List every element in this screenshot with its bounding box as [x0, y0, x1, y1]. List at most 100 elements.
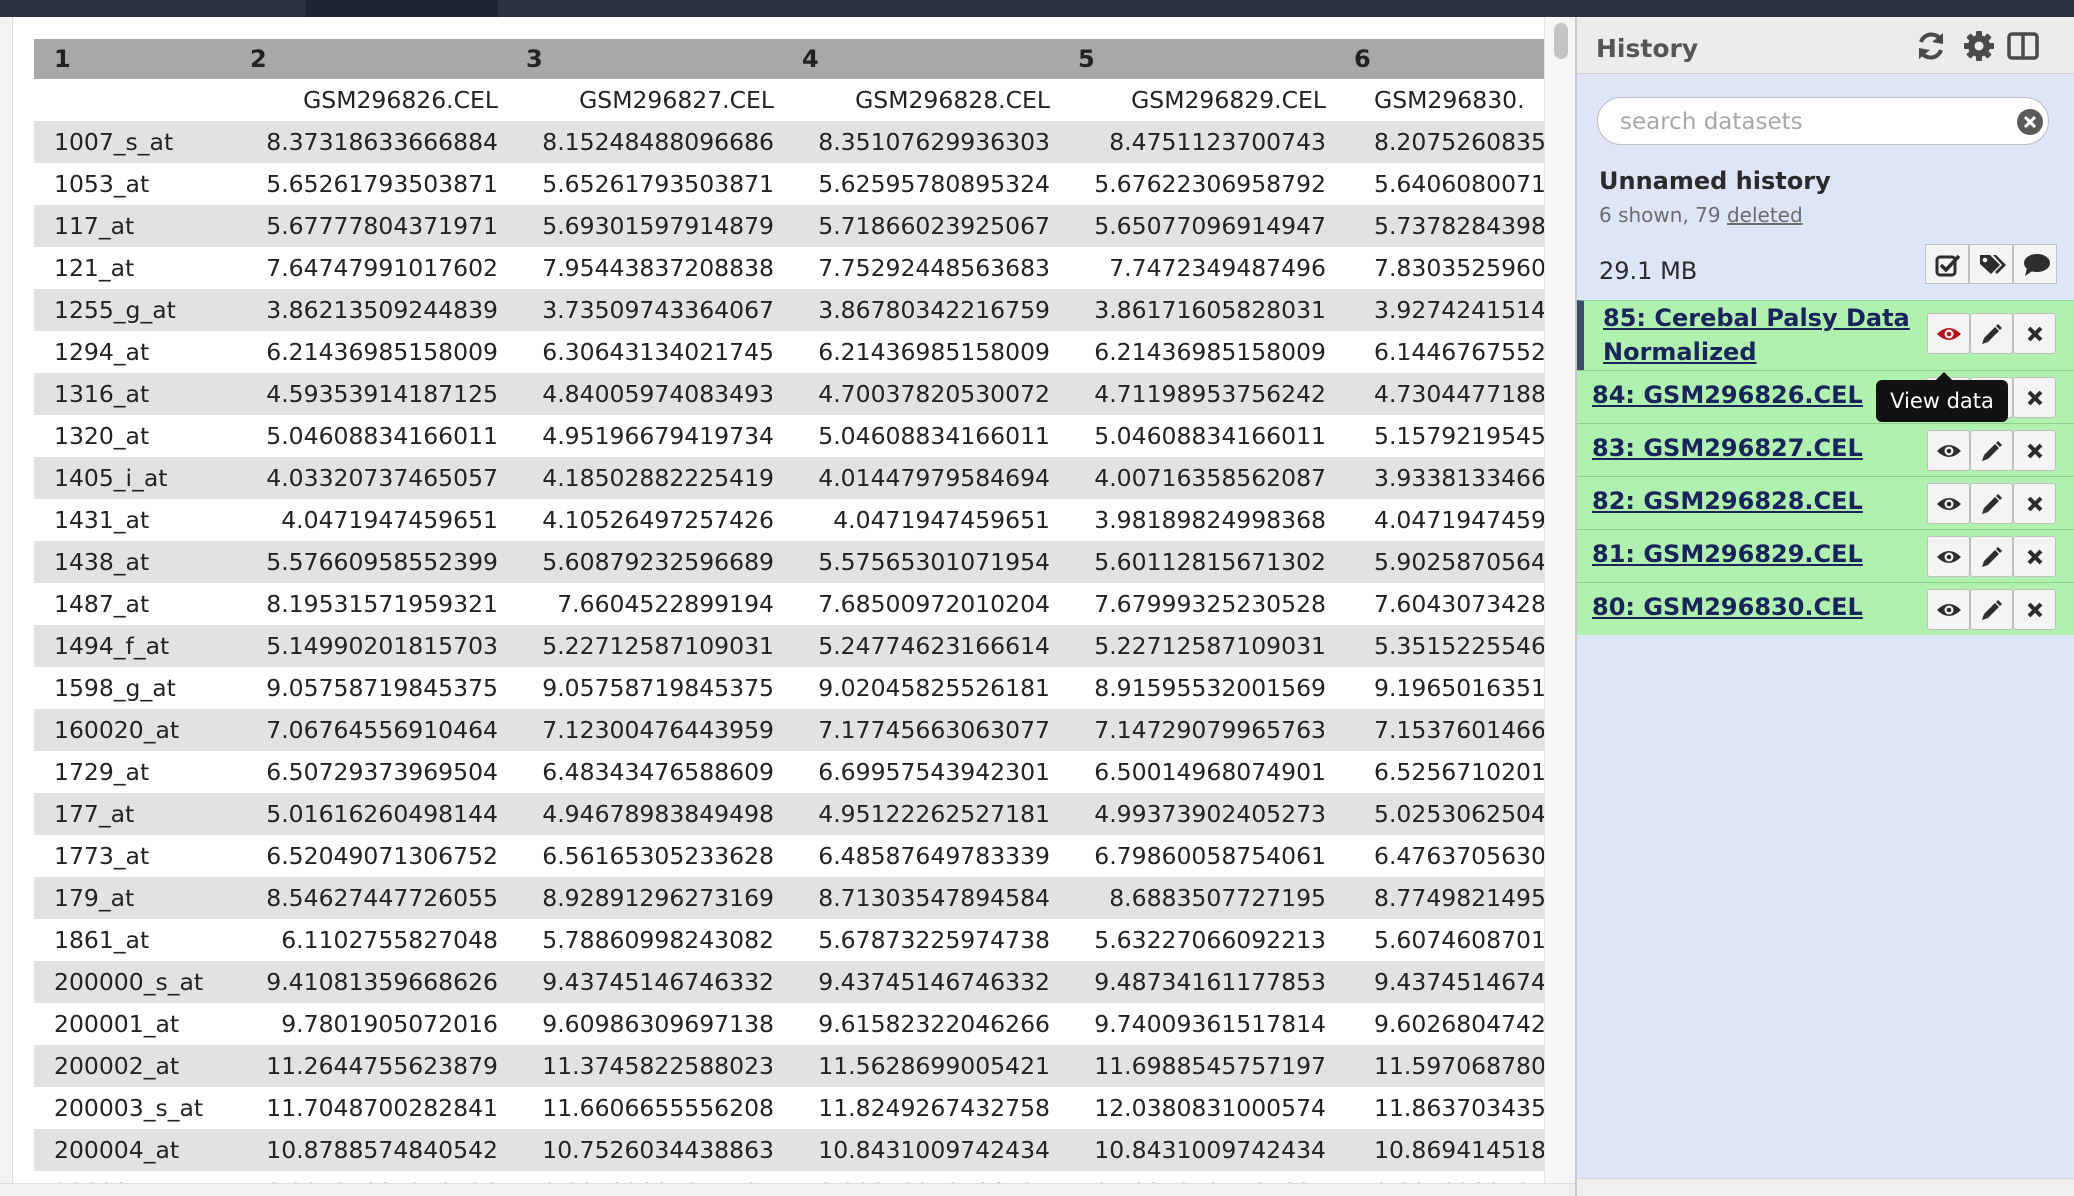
- deleted-link[interactable]: deleted: [1727, 203, 1803, 227]
- view-data-button[interactable]: [1927, 430, 1970, 471]
- value-cell: 4.18502882225419: [506, 457, 782, 499]
- probe-id-cell: 177_at: [34, 793, 230, 835]
- edit-attributes-button[interactable]: [1970, 483, 2013, 524]
- value-cell: 5.02530625049: [1334, 793, 1544, 835]
- dataset-title[interactable]: 84: GSM296826.CEL: [1592, 378, 1863, 412]
- value-cell: 9.43745146746332: [506, 961, 782, 1003]
- view-data-button[interactable]: [1927, 313, 1970, 354]
- value-cell: 4.99373902405273: [1058, 793, 1334, 835]
- value-cell: 7.67999325230528: [1094, 590, 1326, 618]
- table-row: 179_at 8.54627447726055 8.92891296273169 8.…: [34, 877, 1544, 919]
- history-name[interactable]: Unnamed history: [1599, 167, 1831, 195]
- dataset-title[interactable]: 82: GSM296828.CEL: [1592, 484, 1863, 518]
- table-row: 121_at 7.64747991017602 7.95443837208838 7.…: [34, 247, 1544, 289]
- dataset-title[interactable]: 85: Cerebal Palsy Data Normalized: [1603, 301, 1910, 369]
- close-icon: [2027, 549, 2042, 564]
- value-cell: 3.93381334661: [1334, 457, 1544, 499]
- value-cell: 4.03320737465057: [230, 457, 506, 499]
- dataset-item: 85: Cerebal Palsy Data Normalized: [1577, 300, 2074, 370]
- columns-icon[interactable]: [2006, 29, 2040, 63]
- delete-dataset-button[interactable]: [2013, 313, 2056, 354]
- refresh-icon[interactable]: [1914, 29, 1948, 63]
- value-cell: 11.3745822588023: [506, 1045, 782, 1087]
- value-cell: 4.70037820530072: [782, 373, 1058, 415]
- dataset-title[interactable]: 80: GSM296830.CEL: [1592, 590, 1863, 624]
- value-cell: 5.69301597914879: [506, 205, 782, 247]
- pencil-icon: [1981, 599, 2002, 620]
- dataset-item: 83: GSM296827.CEL: [1577, 423, 2074, 476]
- probe-id-cell: 1294_at: [54, 338, 150, 366]
- edit-attributes-button[interactable]: [1970, 430, 2013, 471]
- masthead-active-tab[interactable]: [305, 0, 498, 17]
- table-row: 200000_s_at 9.41081359668626 9.43745146746…: [34, 961, 1544, 1003]
- value-cell: 8.15248488096686: [506, 121, 782, 163]
- delete-dataset-button[interactable]: [2013, 377, 2056, 418]
- view-data-button[interactable]: [1927, 483, 1970, 524]
- table-cell: [34, 79, 230, 121]
- view-data-tooltip: View data: [1876, 380, 2008, 422]
- edit-attributes-button[interactable]: [1970, 313, 2013, 354]
- value-cell: 6.52049071306752: [266, 842, 498, 870]
- delete-dataset-button[interactable]: [2013, 589, 2056, 630]
- value-cell: 8.6883507727195: [1058, 877, 1334, 919]
- history-scrollbar[interactable]: [1577, 1178, 2074, 1196]
- dataset-title[interactable]: 83: GSM296827.CEL: [1592, 431, 1863, 465]
- left-panel-edge[interactable]: [0, 17, 13, 1196]
- probe-id-cell: 179_at: [34, 877, 230, 919]
- probe-id-cell: 200003_s_at: [54, 1094, 204, 1122]
- dataset-title-line: 83: GSM296827.CEL: [1592, 434, 1863, 462]
- value-cell: 6.48587649783339: [818, 842, 1050, 870]
- close-icon: [2027, 443, 2042, 458]
- value-cell: 3.86780342216759: [782, 289, 1058, 331]
- gear-icon[interactable]: [1962, 29, 1996, 63]
- galaxy-window: 1 2 3 4 5 6 GSM296826.CEL GSM296827.CEL …: [0, 0, 2074, 1196]
- value-cell: 10.8431009742434: [782, 1129, 1058, 1171]
- table-row: 1405_i_at 4.03320737465057 4.1850288222541…: [34, 457, 1544, 499]
- value-cell: 9.1965016351: [1374, 674, 1544, 702]
- close-icon: [2027, 390, 2042, 405]
- delete-dataset-button[interactable]: [2013, 536, 2056, 577]
- delete-dataset-button[interactable]: [2013, 430, 2056, 471]
- value-cell: 5.24774623166614: [782, 625, 1058, 667]
- eye-icon: [1936, 603, 1961, 616]
- value-cell: 8.92891296273169: [506, 877, 782, 919]
- value-cell: 8.71303547894584: [782, 877, 1058, 919]
- history-panel: History search datasets Unnamed history …: [1575, 17, 2074, 1196]
- search-input[interactable]: [1618, 106, 1982, 138]
- history-title: History: [1596, 34, 1699, 63]
- value-cell: 4.10526497257426: [542, 506, 774, 534]
- dataset-title-line: 82: GSM296828.CEL: [1592, 487, 1863, 515]
- annotation-button[interactable]: [2013, 244, 2057, 284]
- tabular-data-view: 1 2 3 4 5 6 GSM296826.CEL GSM296827.CEL …: [34, 39, 1544, 1196]
- table-row: 1053_at 5.65261793503871 5.65261793503871 5…: [34, 163, 1544, 205]
- probe-id-cell: 1007_s_at: [34, 121, 230, 163]
- history-header: History: [1577, 17, 2074, 74]
- value-cell: 5.60746087017: [1374, 926, 1544, 954]
- eye-icon: [1936, 550, 1961, 563]
- scrollbar-thumb[interactable]: [1554, 23, 1568, 59]
- probe-id-cell: 200001_at: [54, 1010, 180, 1038]
- table-row: 1861_at 6.1102755827048 5.78860998243082 5.…: [34, 919, 1544, 961]
- dataset-item: 80: GSM296830.CEL: [1577, 582, 2074, 635]
- value-cell: 5.04608834166011: [266, 422, 498, 450]
- tags-button[interactable]: [1969, 244, 2013, 284]
- edit-attributes-button[interactable]: [1970, 536, 2013, 577]
- value-cell: 11.7048700282841: [266, 1094, 498, 1122]
- select-datasets-button[interactable]: [1925, 244, 1969, 284]
- clear-search-icon[interactable]: [2016, 108, 2044, 136]
- dataset-title[interactable]: 81: GSM296829.CEL: [1592, 537, 1863, 571]
- sample-name-cell: GSM296826.CEL: [230, 79, 506, 121]
- edit-attributes-button[interactable]: [1970, 589, 2013, 630]
- history-counts: 6 shown, 79 deleted: [1599, 203, 1803, 227]
- value-cell: 5.22712587109031: [506, 625, 782, 667]
- value-cell: 9.74009361517814: [1094, 1010, 1326, 1038]
- close-icon: [2027, 602, 2042, 617]
- delete-dataset-button[interactable]: [2013, 483, 2056, 524]
- value-cell: 11.8637034355: [1374, 1094, 1544, 1122]
- view-data-button[interactable]: [1927, 536, 1970, 577]
- value-cell: 8.4751123700743: [1058, 121, 1334, 163]
- value-cell: 5.04608834166011: [818, 422, 1050, 450]
- value-cell: 5.62595780895324: [818, 170, 1050, 198]
- vertical-scrollbar[interactable]: [1544, 17, 1575, 1196]
- view-data-button[interactable]: [1927, 589, 1970, 630]
